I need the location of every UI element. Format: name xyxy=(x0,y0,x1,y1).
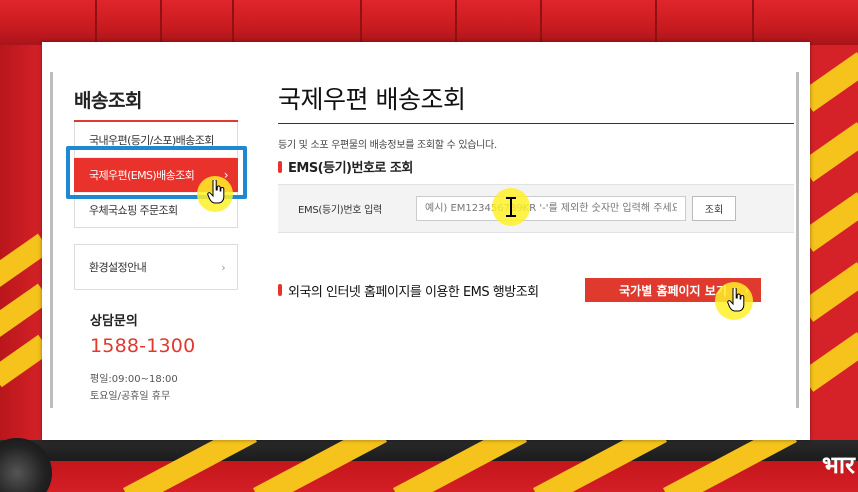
ems-search-heading-text: EMS(등기)번호로 조회 xyxy=(288,161,413,176)
hand-pointer-icon xyxy=(207,180,225,204)
search-button[interactable]: 조회 xyxy=(692,196,736,221)
text-cursor-icon xyxy=(506,197,516,217)
section-bullet-icon xyxy=(278,160,282,173)
environment-settings-label: 환경설정안내 xyxy=(89,261,147,274)
weekend-hours: 토요일/공휴일 휴무 xyxy=(90,391,171,402)
environment-settings-link[interactable]: 환경설정안내 › xyxy=(74,244,238,290)
weekday-hours: 평일:09:00~18:00 xyxy=(90,374,178,385)
consultation-info: 상담문의 1588-1300 평일:09:00~18:00 토요일/공휴일 휴무 xyxy=(74,310,238,405)
foreign-tracking-heading-text: 외국의 인터넷 홈페이지를 이용한 EMS 행방조회 xyxy=(288,284,539,300)
ems-search-row: EMS(등기)번호 입력 조회 xyxy=(278,184,794,233)
sidebar-item-label: 우체국쇼핑 주문조회 xyxy=(89,204,178,217)
page-description: 등기 및 소포 우편물의 배송정보를 조회할 수 있습니다. xyxy=(278,140,497,151)
section-bullet-icon xyxy=(278,284,282,296)
ems-search-heading: EMS(등기)번호로 조회 xyxy=(278,157,794,176)
panel-left-edge xyxy=(50,72,53,408)
consultation-phone: 1588-1300 xyxy=(90,335,196,357)
page-title: 국제우편 배송조회 xyxy=(278,85,466,114)
country-homepage-button-label: 국가별 홈페이지 보기 xyxy=(619,283,727,298)
vehicle-lettering: भार xyxy=(822,451,855,479)
chevron-right-icon: › xyxy=(221,260,225,274)
main-content: 국제우편 배송조회 등기 및 소포 우편물의 배송정보를 조회할 수 있습니다.… xyxy=(278,80,794,302)
hand-pointer-icon xyxy=(727,288,745,312)
foreign-tracking-heading: 외국의 인터넷 홈페이지를 이용한 EMS 행방조회 xyxy=(278,281,585,300)
sidebar: 배송조회 국내우편(등기/소포)배송조회 국제우편(EMS)배송조회 › 우체국… xyxy=(74,86,238,405)
ems-number-input[interactable] xyxy=(416,196,686,221)
sidebar-title: 배송조회 xyxy=(74,90,142,112)
consultation-title: 상담문의 xyxy=(90,314,138,329)
tracking-page: 배송조회 국내우편(등기/소포)배송조회 국제우편(EMS)배송조회 › 우체국… xyxy=(42,42,810,440)
panel-right-edge xyxy=(796,72,799,408)
title-divider xyxy=(278,123,794,124)
consultation-hours: 평일:09:00~18:00 토요일/공휴일 휴무 xyxy=(90,371,238,405)
ems-number-label: EMS(등기)번호 입력 xyxy=(298,205,382,216)
